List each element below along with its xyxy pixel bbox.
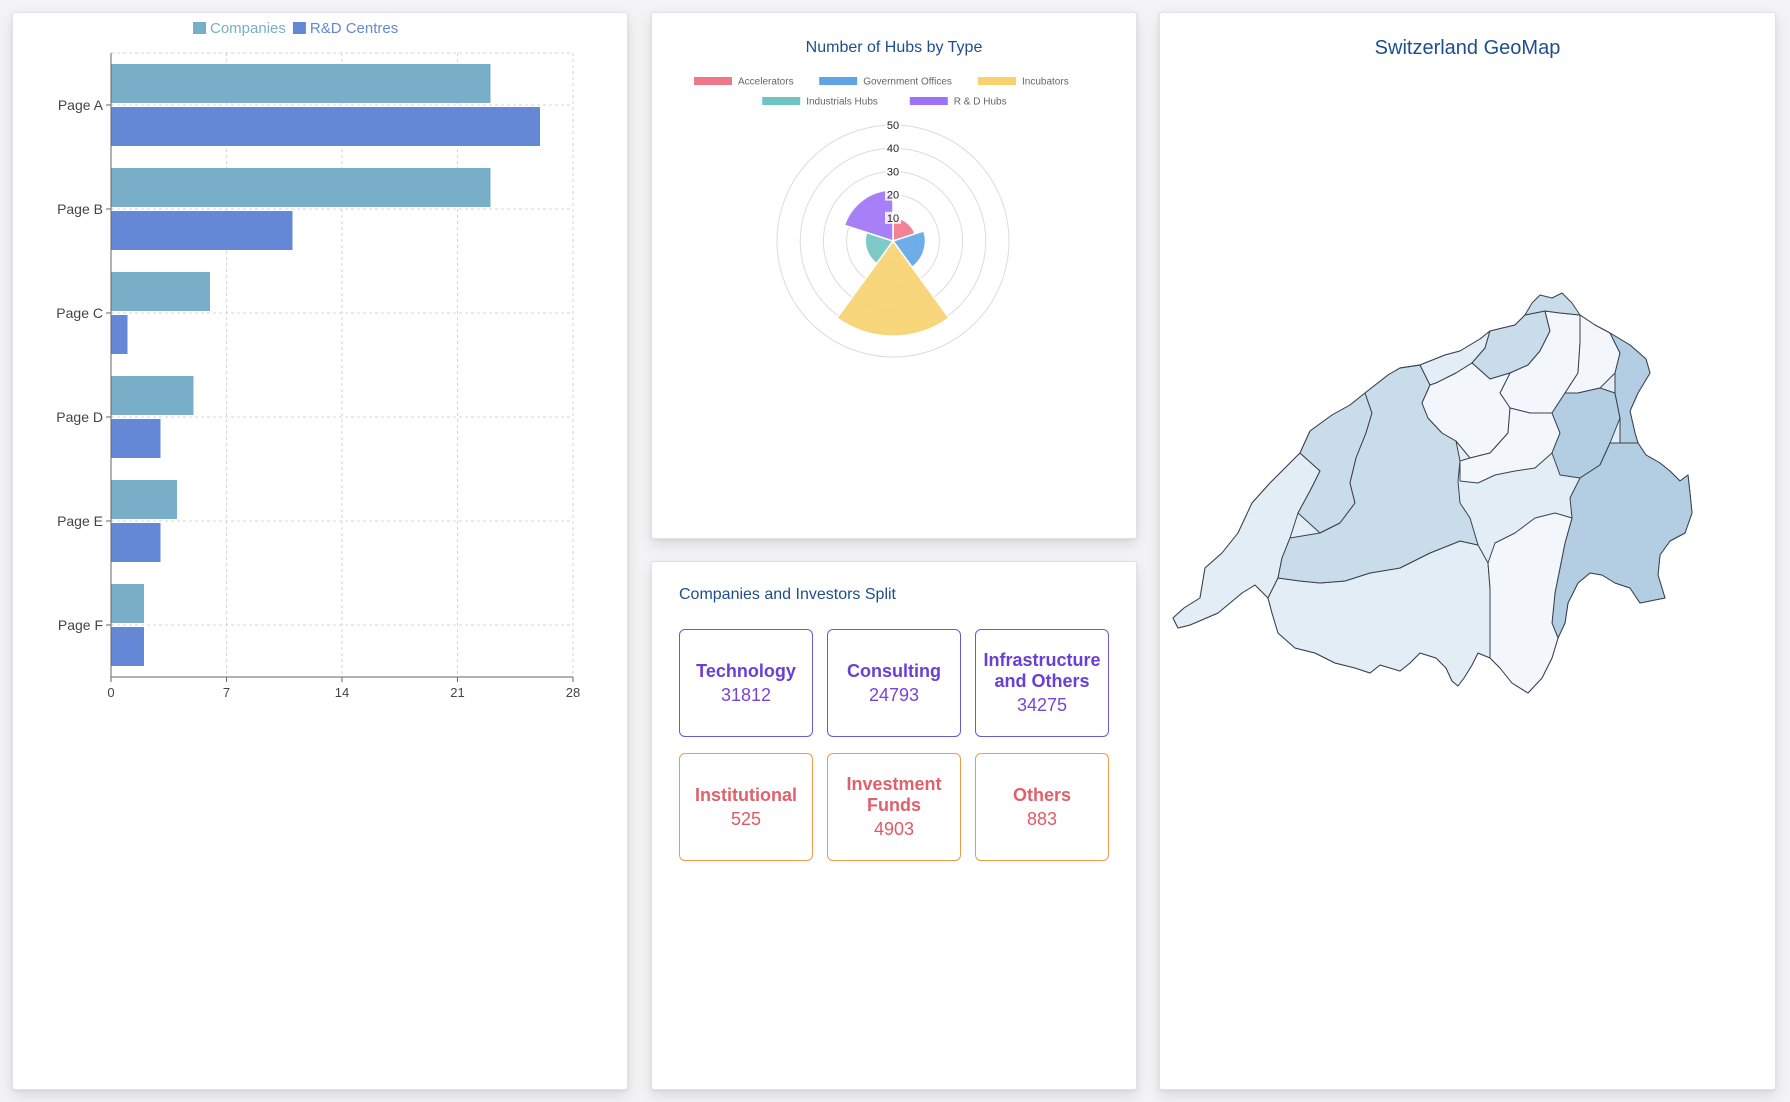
y-tick-label: Page B	[57, 201, 103, 217]
tile-value: 31812	[720, 684, 772, 705]
tile-label: Consulting	[847, 660, 941, 681]
polar-tick-label: 20	[887, 190, 899, 202]
bar-rd-centres	[111, 419, 161, 458]
companies-rd-bar-chart: Companies R&D Centres Page A Page B Page C P…	[56, 20, 580, 700]
bar-rd-centres	[111, 523, 161, 562]
x-tick-label: 28	[566, 685, 580, 700]
polar-legend-swatch	[819, 77, 858, 85]
polar-legend-label: Industrials Hubs	[806, 97, 878, 108]
polar-legend-label: Accelerators	[738, 77, 794, 88]
bar-companies	[111, 272, 210, 311]
bar-rd-centres	[111, 211, 293, 250]
tile-value: 525	[730, 808, 762, 829]
consulting-tile[interactable]: Consulting 24793	[827, 629, 961, 737]
switzerland-geomap-card: Switzerland GeoMap	[1159, 12, 1776, 1090]
tile-value: 883	[1026, 808, 1058, 829]
y-tick-label: Page C	[56, 305, 103, 321]
split-title: Companies and Investors Split	[679, 586, 896, 603]
legend-swatch	[193, 22, 206, 34]
y-tick-label: Page E	[57, 513, 103, 529]
tile-value: 4903	[873, 819, 915, 839]
switzerland-map	[1172, 292, 1693, 694]
bar-companies	[111, 168, 491, 207]
x-tick-label: 0	[107, 685, 114, 700]
bar-companies	[111, 64, 491, 103]
hubs-polar-chart: Accelerators Government Offices Incubators…	[694, 77, 1069, 358]
polar-legend-swatch	[978, 77, 1016, 85]
polar-tick-label: 40	[887, 143, 899, 155]
polar-legend-label: Incubators	[1022, 77, 1069, 88]
tile-label: Technology	[696, 660, 796, 681]
companies-investors-split-card: Companies and Investors Split Technology…	[651, 561, 1137, 1090]
tile-label: Investment Funds	[846, 774, 942, 815]
polar-tick-label: 10	[887, 213, 899, 225]
polar-legend-swatch	[694, 77, 732, 85]
legend-swatch	[292, 22, 306, 34]
tile-label: Others	[1012, 784, 1072, 805]
polar-legend-swatch	[762, 97, 801, 105]
x-tick-label: 21	[450, 685, 464, 700]
hubs-by-type-card: Number of Hubs by Type Accelerators Gover…	[651, 12, 1137, 539]
tile-label: Infrastructure and Others	[983, 650, 1101, 691]
y-tick-label: Page D	[56, 409, 103, 425]
tile-value: 24793	[868, 684, 920, 705]
bar-companies	[111, 584, 144, 623]
polar-legend-label: Government Offices	[863, 77, 952, 88]
x-tick-label: 14	[335, 685, 349, 700]
x-tick-label: 7	[223, 685, 230, 700]
y-tick-label: Page F	[58, 617, 103, 633]
institutional-tile[interactable]: Institutional 525	[679, 753, 813, 861]
bar-companies	[111, 480, 177, 519]
polar-legend-label: R & D Hubs	[954, 97, 1007, 108]
bar-rd-centres	[111, 107, 540, 146]
polar-wedge	[836, 239, 950, 337]
polar-legend-swatch	[909, 97, 948, 105]
y-tick-label: Page A	[58, 97, 104, 113]
legend-label: R&D Centres	[310, 20, 398, 37]
tile-label: Institutional	[695, 784, 797, 805]
map-region-thurgau	[1524, 292, 1581, 316]
polar-tick-label: 30	[887, 166, 899, 178]
bar-companies	[111, 376, 194, 415]
tile-value: 34275	[1016, 695, 1068, 715]
polar-tick-label: 50	[887, 120, 899, 132]
bar-rd-centres	[111, 315, 128, 354]
others-tile[interactable]: Others 883	[975, 753, 1109, 861]
technology-tile[interactable]: Technology 31812	[679, 629, 813, 737]
investment-funds-tile[interactable]: Investment Funds 4903	[827, 753, 961, 861]
bar-chart-card: Companies R&D Centres Page A Page B Page C P…	[12, 12, 628, 1090]
bar-rd-centres	[111, 627, 144, 666]
legend-label: Companies	[210, 20, 286, 37]
infrastructure-tile[interactable]: Infrastructure and Others 34275	[975, 629, 1109, 737]
